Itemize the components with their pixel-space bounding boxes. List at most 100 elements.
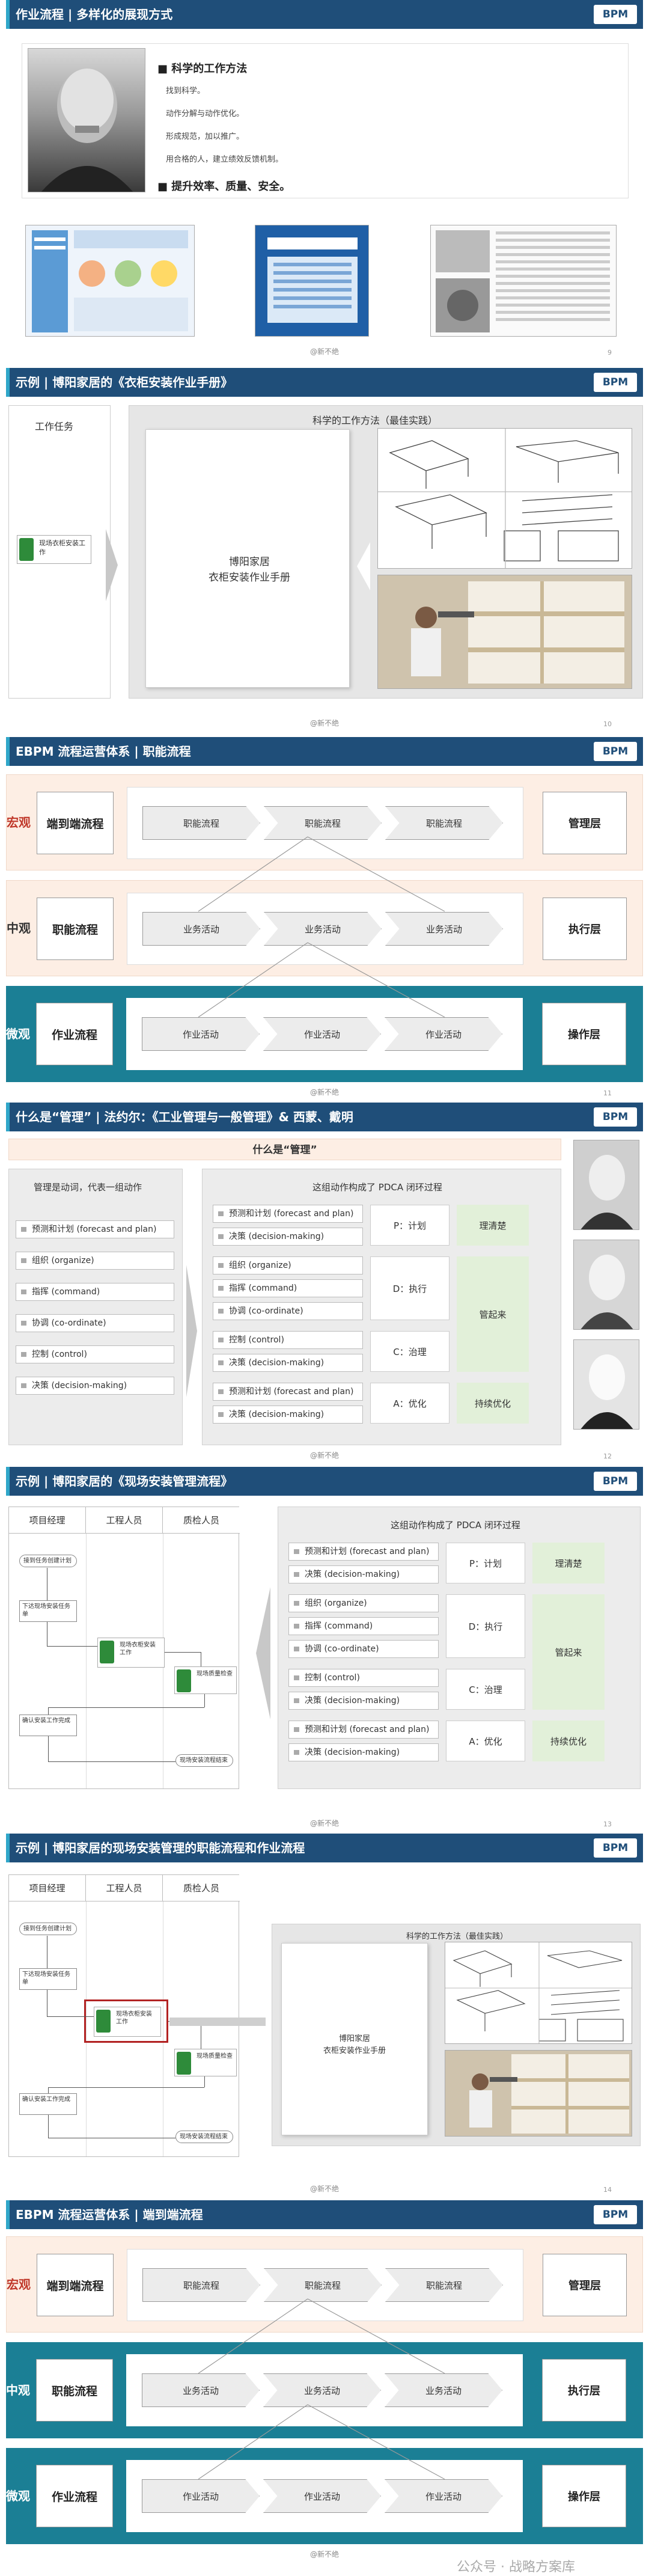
flow-task: 确认安装工作完成 — [19, 1715, 77, 1736]
outcome-box: 持续优化 — [532, 1721, 605, 1761]
slide-footer: @新不绝 — [309, 1451, 339, 1460]
action-item: 决策 (decision-making) — [16, 1377, 174, 1395]
pdca-action-item: 控制 (control) — [213, 1331, 363, 1349]
portrait-photo — [573, 1240, 639, 1330]
bpm-logo: BPM — [594, 373, 637, 392]
page-number: 12 — [603, 1452, 612, 1460]
outcome-box: 管起来 — [457, 1256, 529, 1372]
method-bullet: 用合格的人，建立绩效反馈机制。 — [166, 155, 284, 164]
pdca-stage: P：计划 — [446, 1543, 525, 1583]
pdca-stage: A：优化 — [446, 1721, 525, 1761]
pdca-action-item: 协调 (co-ordinate) — [213, 1302, 363, 1320]
slide-header: 示例 | 博阳家居的现场安装管理的职能流程和作业流程 BPM — [6, 1834, 643, 1862]
portrait-photo — [573, 1140, 639, 1230]
role-header: 项目经理 — [9, 1507, 86, 1534]
slide-footer: @新不绝 — [309, 1088, 339, 1097]
bpm-logo: BPM — [594, 1472, 637, 1491]
management-banner: 什么是“管理” — [8, 1139, 561, 1160]
bpm-logo: BPM — [594, 5, 637, 24]
role-header: 质检人员 — [163, 1875, 240, 1901]
action-item: 组织 (organize) — [16, 1252, 174, 1270]
action-item: 控制 (control) — [16, 1345, 174, 1363]
pdca-action-item: 预测和计划 (forecast and plan) — [213, 1383, 363, 1401]
manual-title: 博阳家居 衣柜安装作业手册 — [323, 2034, 386, 2055]
bpm-logo: BPM — [594, 1107, 637, 1127]
arrow-right — [186, 1265, 197, 1397]
panel-title: 科学的工作方法（最佳实践） — [312, 415, 438, 426]
slide-5: 示例 | 博阳家居的《现场安装管理流程》 BPM 项目经理 工程人员 质检人员 接… — [0, 1467, 649, 1832]
page-number: 14 — [603, 2186, 612, 2194]
pdca-action-item: 决策 (decision-making) — [213, 1354, 363, 1372]
role-header: 质检人员 — [163, 1507, 240, 1534]
poster-image — [430, 225, 617, 337]
bpm-logo: BPM — [594, 1838, 637, 1858]
flow-task-main: 现场衣柜安装工作 — [97, 1638, 165, 1668]
page-number: 9 — [608, 349, 612, 356]
outcome-box: 管起来 — [532, 1594, 605, 1710]
pdca-stage: A：优化 — [370, 1383, 449, 1424]
pdca-action-item: 决策 (decision-making) — [288, 1565, 439, 1583]
action-item: 协调 (co-ordinate) — [16, 1314, 174, 1332]
pdca-action-item: 预测和计划 (forecast and plan) — [213, 1205, 363, 1223]
flow-task: 下达现场安装任务单 — [19, 1968, 77, 1990]
pdca-action-item: 决策 (decision-making) — [213, 1406, 363, 1424]
pdca-panel-title: 这组动作构成了 PDCA 闭环过程 — [312, 1182, 442, 1193]
slide-2: 示例 | 博阳家居的《衣柜安装作业手册》 BPM 工作任务 现场衣柜安装工作 科学… — [0, 368, 649, 736]
pdca-action-item: 组织 (organize) — [288, 1594, 439, 1612]
left-panel — [8, 1169, 183, 1445]
action-item: 预测和计划 (forecast and plan) — [16, 1220, 174, 1238]
poster-image — [25, 225, 195, 337]
pdca-action-item: 指挥 (command) — [288, 1617, 439, 1635]
role-header: 项目经理 — [9, 1875, 86, 1901]
slide-4: 什么是“管理” | 法约尔：《工业管理与一般管理》& 西蒙、戴明 BPM 什么是“… — [0, 1103, 649, 1466]
page-number: 10 — [603, 720, 612, 728]
task-box: 现场衣柜安装工作 — [17, 535, 91, 564]
outcome-box: 理清楚 — [457, 1205, 529, 1246]
install-photo — [445, 2050, 632, 2137]
pdca-action-item: 决策 (decision-making) — [288, 1692, 439, 1710]
arrow-right — [106, 529, 118, 601]
slide-header: 作业流程 | 多样化的展现方式 BPM — [6, 0, 643, 29]
task-label: 工作任务 — [35, 421, 74, 432]
pdca-action-item: 预测和计划 (forecast and plan) — [288, 1543, 439, 1561]
arrow-left — [357, 542, 370, 590]
method-bullet: 找到科学。 — [166, 87, 206, 96]
pdca-action-item: 协调 (co-ordinate) — [288, 1640, 439, 1658]
slide-header: 什么是“管理” | 法约尔：《工业管理与一般管理》& 西蒙、戴明 BPM — [6, 1103, 643, 1131]
slide-3: EBPM 流程运营体系 | 职能流程 BPM 宏观 端到端流程 职能流程 职能流程… — [0, 737, 649, 1101]
flow-task-main: 现场衣柜安装工作 — [94, 2007, 161, 2037]
slide-1: 作业流程 | 多样化的展现方式 BPM ■ 科学的工作方法 找到科学。 动作分解与… — [0, 0, 649, 367]
panel-title: 科学的工作方法（最佳实践） — [406, 1932, 508, 1941]
action-item: 指挥 (command) — [16, 1283, 174, 1301]
slide-footer: @新不绝 — [309, 1819, 339, 1828]
outcome-box: 理清楚 — [532, 1543, 605, 1583]
pdca-stage: C：治理 — [370, 1331, 449, 1372]
flow-task-check: 现场质量检查 — [174, 2049, 237, 2076]
portrait-photo — [573, 1339, 639, 1430]
flow-task-check: 现场质量检查 — [174, 1666, 237, 1694]
pdca-action-item: 预测和计划 (forecast and plan) — [288, 1721, 439, 1739]
pdca-action-item: 组织 (organize) — [213, 1256, 363, 1274]
slide-6: 示例 | 博阳家居的现场安装管理的职能流程和作业流程 BPM 项目经理 工程人员 … — [0, 1834, 649, 2199]
page-number: 13 — [603, 1820, 612, 1828]
pdca-panel-title: 这组动作构成了 PDCA 闭环过程 — [391, 1520, 520, 1531]
poster-image — [255, 225, 369, 337]
flow-end: 现场安装流程结束 — [175, 2131, 233, 2143]
diagram-image — [377, 428, 632, 569]
arrow-left — [256, 1587, 270, 1719]
manual-title: 博阳家居 衣柜安装作业手册 — [209, 556, 290, 584]
slide-7: EBPM 流程运营体系 | 端到端流程 BPM 宏观 端到端流程 职能流程 职能流… — [0, 2200, 649, 2576]
left-panel-title: 管理是动词，代表一组动作 — [34, 1182, 142, 1193]
slide-header: 示例 | 博阳家居的《衣柜安装作业手册》 BPM — [6, 368, 643, 397]
method-bullet: 形成规范，加以推广。 — [166, 132, 245, 141]
flow-end: 现场安装流程结束 — [175, 1754, 233, 1767]
method-bullet: 动作分解与动作优化。 — [166, 109, 245, 118]
flow-start: 接到任务创建计划 — [19, 1555, 77, 1567]
pdca-action-item: 指挥 (command) — [213, 1279, 363, 1297]
method-emphasis: ■ 提升效率、质量、安全。 — [157, 180, 291, 193]
connector-bar — [169, 2018, 266, 2026]
slide-footer: @新不绝 — [309, 2185, 339, 2193]
watermark: 公众号 · 战略方案库 — [457, 2560, 575, 2575]
flow-task: 下达现场安装任务单 — [19, 1600, 77, 1622]
slide-footer: @新不绝 — [309, 347, 339, 356]
